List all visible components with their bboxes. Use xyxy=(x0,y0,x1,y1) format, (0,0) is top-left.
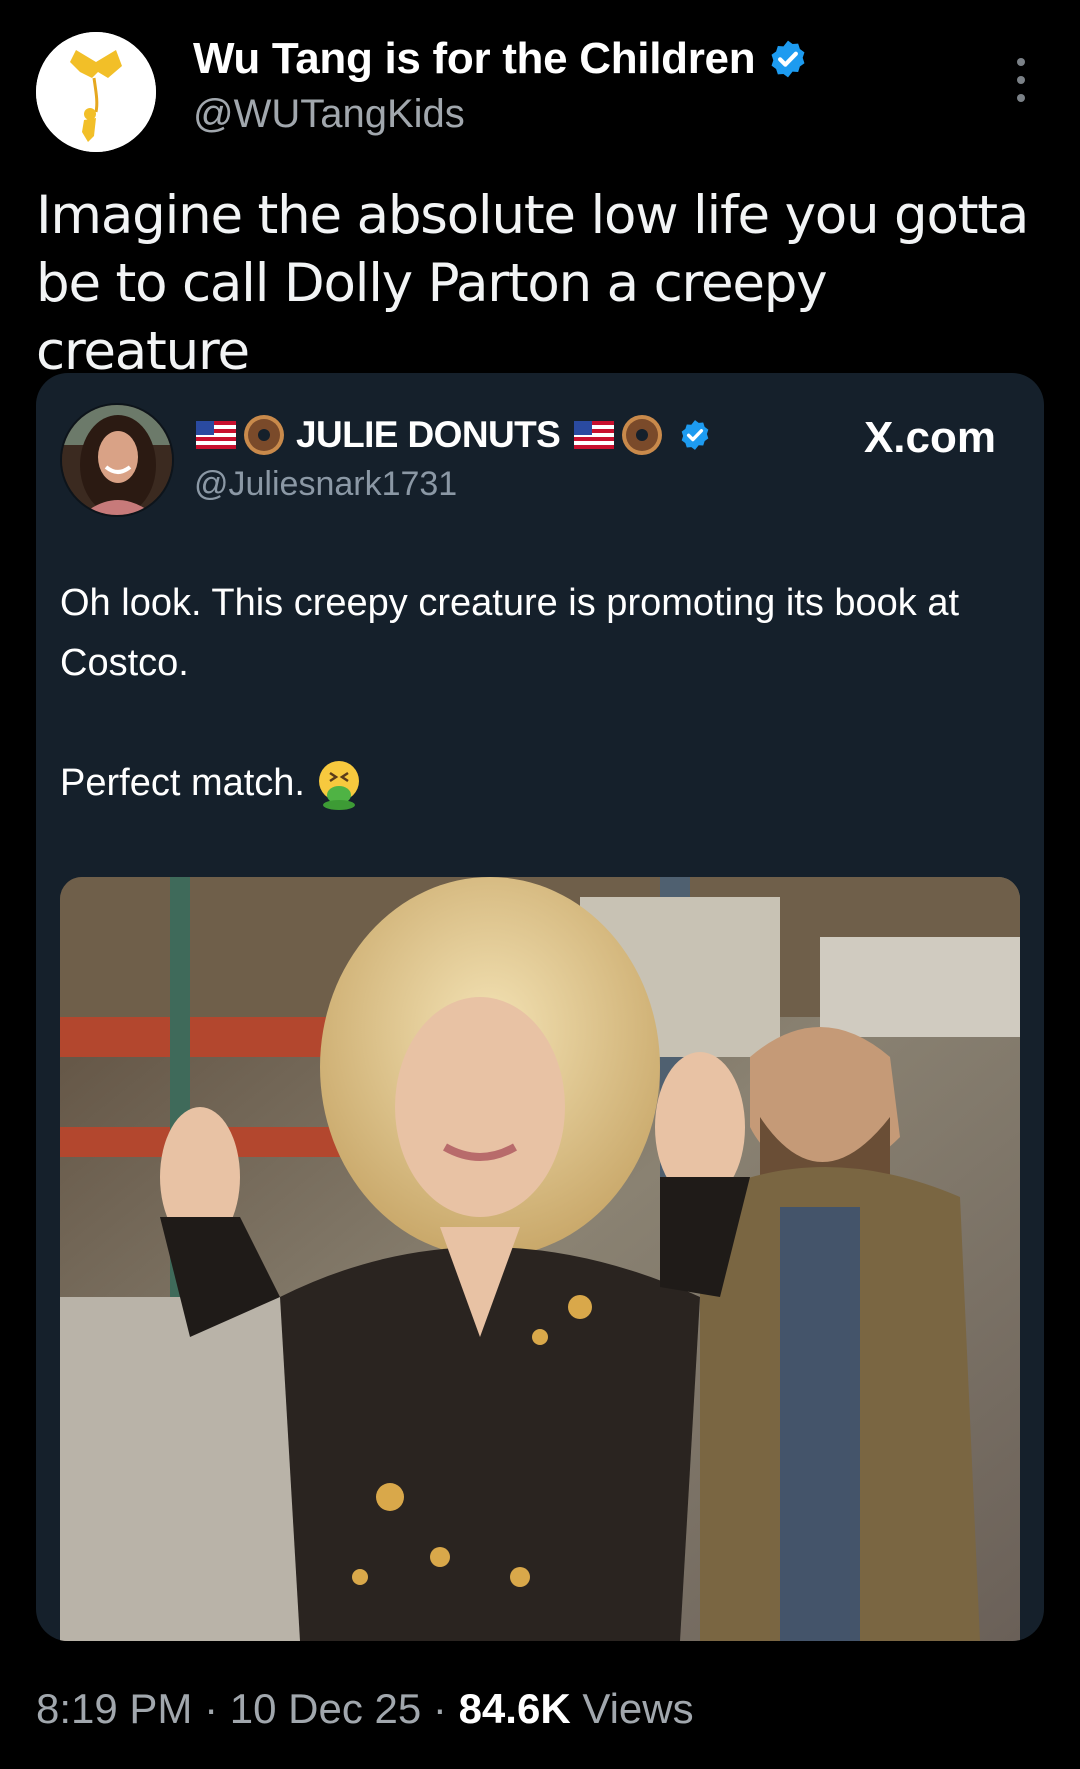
meta-separator: · xyxy=(432,1685,447,1732)
tweet-date[interactable]: 10 Dec 25 xyxy=(230,1685,421,1732)
quoted-handle[interactable]: @Juliesnark1731 xyxy=(194,465,457,504)
quoted-text-line1: Oh look. This creepy creature is promoti… xyxy=(60,582,960,684)
verified-badge-icon xyxy=(681,420,709,450)
vomiting-face-emoji xyxy=(318,760,359,810)
views-label: Views xyxy=(582,1685,694,1732)
quoted-text: Oh look. This creepy creature is promoti… xyxy=(60,573,1020,813)
tweet-time[interactable]: 8:19 PM xyxy=(36,1685,192,1732)
wu-tang-logo-icon xyxy=(36,32,156,152)
quoted-author-avatar[interactable] xyxy=(60,403,174,517)
tweet-text: Imagine the absolute low life you gotta … xyxy=(36,185,1029,382)
tweet-meta: 8:19 PM · 10 Dec 25 · 84.6K Views xyxy=(36,1685,694,1733)
author-handle[interactable]: @WUTangKids xyxy=(193,92,465,137)
author-name-row: Wu Tang is for the Children xyxy=(193,34,809,84)
source-label: X.com xyxy=(863,413,996,462)
more-options-icon[interactable] xyxy=(1014,58,1028,102)
post-media-image[interactable] xyxy=(60,877,1020,1641)
donut-icon xyxy=(244,415,284,455)
verified-badge-icon xyxy=(771,40,805,78)
quoted-post-card[interactable]: JULIE DONUTS @Juliesnark1731 X.com Oh lo… xyxy=(36,373,1044,1641)
author-avatar[interactable] xyxy=(36,32,156,152)
portrait-photo xyxy=(62,405,172,515)
quoted-text-line2: Perfect match. xyxy=(60,762,305,804)
donut-icon xyxy=(622,415,663,455)
photo-dolly-in-warehouse xyxy=(60,877,1020,1641)
quoted-name-row: JULIE DONUTS xyxy=(196,413,712,457)
meta-separator: · xyxy=(204,1685,219,1732)
author-display-name[interactable]: Wu Tang is for the Children xyxy=(193,34,756,84)
us-flag-icon xyxy=(196,421,236,449)
views-count[interactable]: 84.6K xyxy=(459,1685,571,1732)
tweet-page: Wu Tang is for the Children @WUTangKids … xyxy=(0,0,1080,1769)
us-flag-icon xyxy=(574,421,615,449)
quoted-display-name[interactable]: JULIE DONUTS xyxy=(296,414,561,456)
